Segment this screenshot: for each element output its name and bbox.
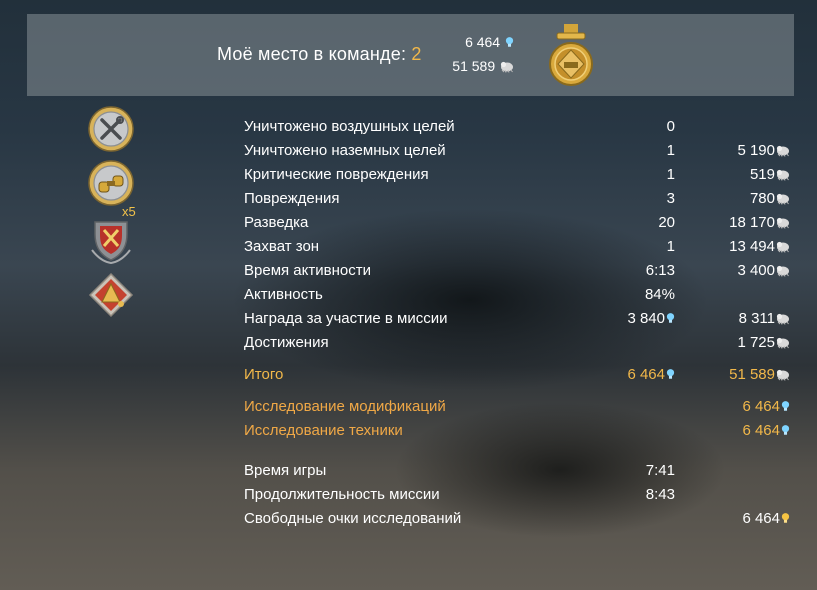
binoculars-icon (88, 160, 134, 206)
info-row-play-time: Время игры 7:41 (244, 459, 790, 483)
stat-count: 3 (666, 190, 675, 207)
stat-label: Разведка (244, 214, 309, 231)
stat-row-mission-reward: Награда за участие в миссии 3 840 8 311 (244, 307, 790, 331)
summary-header: Моё место в команде: 2 6 464 51 589 (27, 14, 794, 96)
research-value: 6 464 (742, 419, 790, 443)
research-rp-value: 6 464 (742, 398, 780, 415)
stat-reward-value: 13 494 (729, 238, 775, 255)
header-sl-value: 51 589 (452, 58, 496, 74)
total-rp-value: 6 464 (627, 366, 665, 383)
stat-label: Критические повреждения (244, 166, 429, 183)
research-label: Исследование модификаций (244, 398, 446, 415)
silver-lions-icon (776, 369, 790, 381)
stat-row-total: Итого 6 464 51 589 (244, 363, 790, 387)
header-rp-total: 6 464 (465, 34, 514, 50)
stat-count: 20 (658, 214, 675, 231)
research-value: 6 464 (742, 395, 790, 419)
stat-label: Уничтожено воздушных целей (244, 118, 455, 135)
stat-label: Захват зон (244, 238, 320, 255)
stat-reward: 8 311 (739, 307, 790, 331)
total-sl: 51 589 (729, 363, 790, 387)
free-research-bulb-icon (781, 512, 790, 525)
research-bulb-icon (666, 368, 675, 381)
team-place-label: Моё место в команде: (217, 44, 407, 64)
stat-reward: 18 170 (729, 211, 790, 235)
silver-lions-icon (776, 169, 790, 181)
info-value: 6 464 (742, 507, 790, 531)
stat-row-air-kills: Уничтожено воздушных целей 0 (244, 115, 790, 139)
stat-row-damage: Повреждения 3 780 (244, 187, 790, 211)
stat-label: Активность (244, 286, 323, 303)
header-rp-value: 6 464 (465, 34, 501, 50)
info-label: Продолжительность миссии (244, 486, 440, 503)
research-bulb-icon (666, 312, 675, 325)
stat-reward-value: 5 190 (737, 142, 775, 159)
info-row-mission-duration: Продолжительность миссии 8:43 (244, 483, 790, 507)
stat-row-scouting: Разведка 20 18 170 (244, 211, 790, 235)
team-place-value: 2 (411, 44, 422, 64)
stat-reward: 3 400 (737, 259, 790, 283)
team-place: Моё место в команде: 2 (217, 44, 422, 65)
crossed-swords-shield-icon (91, 221, 131, 264)
total-sl-value: 51 589 (729, 366, 775, 383)
research-row-vehicle: Исследование техники 6 464 (244, 419, 790, 443)
stat-label: Время активности (244, 262, 371, 279)
total-rp: 6 464 (627, 363, 675, 387)
stat-row-ground-kills: Уничтожено наземных целей 1 5 190 (244, 139, 790, 163)
total-label: Итого (244, 366, 284, 383)
silver-lions-icon (776, 265, 790, 277)
stat-label: Повреждения (244, 190, 340, 207)
stat-reward-value: 780 (749, 190, 775, 207)
stat-reward: 1 725 (737, 331, 790, 355)
silver-lions-icon (776, 313, 790, 325)
info-row-free-research: Свободные очки исследований 6 464 (244, 507, 790, 531)
stat-count: 0 (666, 118, 675, 135)
research-rp-value: 6 464 (742, 422, 780, 439)
silver-lions-icon (776, 217, 790, 229)
stat-reward-value: 8 311 (738, 310, 775, 327)
stat-row-achievements: Достижения 1 725 (244, 331, 790, 355)
stat-count: 1 (666, 238, 675, 255)
stat-count: 1 (666, 166, 675, 183)
stat-label: Уничтожено наземных целей (244, 142, 446, 159)
info-label: Время игры (244, 462, 327, 479)
research-bulb-icon (781, 400, 790, 413)
stat-count: 84% (644, 286, 675, 303)
silver-lions-icon (776, 193, 790, 205)
medal-icon (549, 24, 593, 86)
stat-count: 1 (666, 142, 675, 159)
artillery-shell-icon (88, 272, 134, 318)
stat-label: Достижения (244, 334, 329, 351)
stat-row-critical-damage: Критические повреждения 1 519 (244, 163, 790, 187)
stat-reward-value: 519 (749, 166, 775, 183)
stat-label: Награда за участие в миссии (244, 310, 448, 327)
stat-reward: 13 494 (729, 235, 790, 259)
stat-count: 6:13 (645, 262, 675, 279)
stat-reward: 5 190 (737, 139, 790, 163)
stat-count: 3 840 (627, 307, 675, 331)
research-row-modifications: Исследование модификаций 6 464 (244, 395, 790, 419)
info-value: 7:41 (645, 462, 675, 479)
research-bulb-icon (505, 36, 514, 49)
stat-row-zone-capture: Захват зон 1 13 494 (244, 235, 790, 259)
research-label: Исследование техники (244, 422, 403, 439)
silver-lions-icon (500, 61, 514, 73)
stat-rp-value: 3 840 (627, 310, 665, 327)
free-rp-value: 6 464 (742, 510, 780, 527)
info-value: 8:43 (645, 486, 675, 503)
stat-reward-value: 1 725 (737, 334, 775, 351)
stat-row-activity-time: Время активности 6:13 3 400 (244, 259, 790, 283)
header-sl-total: 51 589 (452, 58, 514, 74)
silver-lions-icon (776, 145, 790, 157)
stat-reward: 780 (750, 187, 790, 211)
stat-reward-value: 3 400 (737, 262, 775, 279)
info-label: Свободные очки исследований (244, 510, 462, 527)
stat-reward-value: 18 170 (729, 214, 775, 231)
stat-reward: 519 (750, 163, 790, 187)
research-bulb-icon (781, 424, 790, 437)
silver-lions-icon (776, 337, 790, 349)
repair-tools-icon (88, 106, 134, 152)
silver-lions-icon (776, 241, 790, 253)
stat-row-activity: Активность 84% (244, 283, 790, 307)
